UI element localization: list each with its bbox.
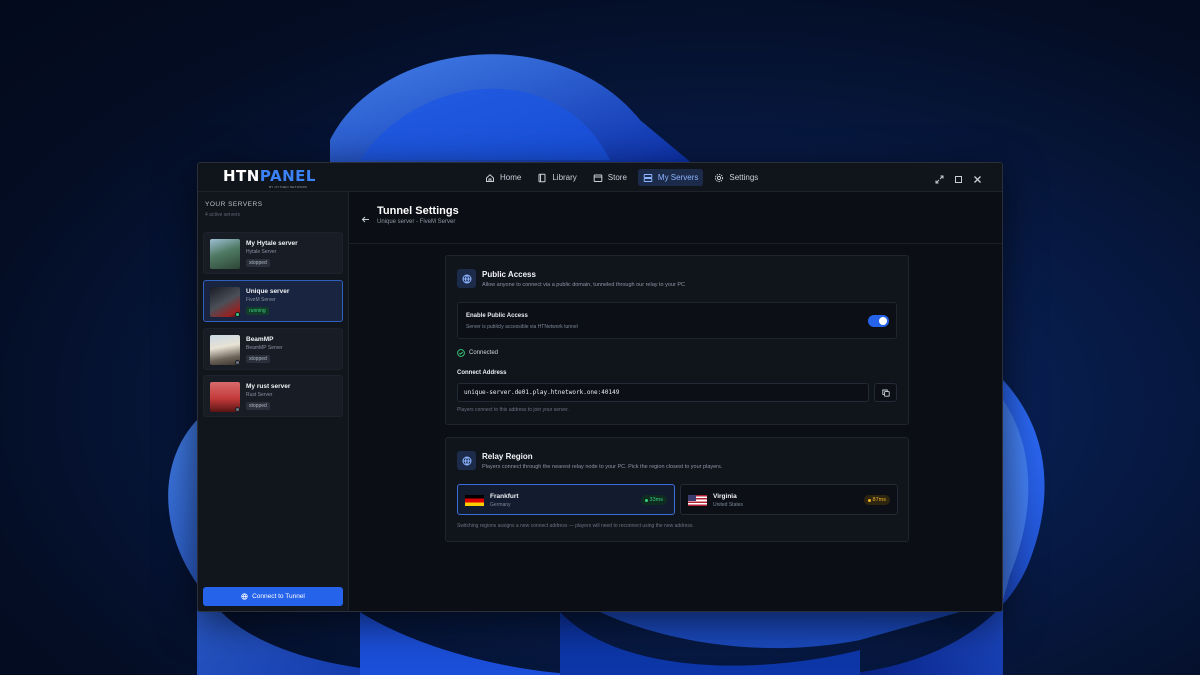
nav-store[interactable]: Store xyxy=(588,169,632,186)
status-badge: running xyxy=(246,307,269,315)
nav-home[interactable]: Home xyxy=(480,169,526,186)
page-title: Tunnel Settings xyxy=(377,205,459,217)
app-window: HTNPANEL BY HYTHEN NETWORK Home Library … xyxy=(197,162,1003,612)
sidebar-subtitle: 4 active servers xyxy=(205,212,241,218)
status-badge: stopped xyxy=(246,355,270,363)
title-bar: HTNPANEL BY HYTHEN NETWORK Home Library … xyxy=(198,163,1002,192)
address-label: Connect Address xyxy=(457,370,507,376)
server-item-rust[interactable]: My rust server Rust Server stopped xyxy=(203,375,343,417)
de-flag xyxy=(465,495,484,506)
page-header: Tunnel Settings Unique server - FiveM Se… xyxy=(349,192,1002,244)
ping-badge: 87ms xyxy=(863,495,890,505)
maximize-icon[interactable] xyxy=(954,171,963,183)
region-option-virginia[interactable]: Virginia United States 87ms xyxy=(680,484,898,515)
status-badge: stopped xyxy=(246,259,270,267)
server-item-hytale[interactable]: My Hytale server Hytale Server stopped xyxy=(203,232,343,274)
server-item-beammp[interactable]: BeamMP BeamMP Server stopped xyxy=(203,328,343,370)
status-dot xyxy=(235,312,240,317)
card-description: Allow anyone to connect via a public dom… xyxy=(482,282,686,288)
window-controls xyxy=(935,171,982,184)
connection-status: Connected xyxy=(457,349,498,357)
expand-icon[interactable] xyxy=(935,171,944,184)
region-help-text: Switching regions assigns a new connect … xyxy=(457,523,694,529)
status-dot xyxy=(235,407,240,412)
back-arrow-icon[interactable] xyxy=(361,211,370,223)
globe-icon xyxy=(241,593,248,600)
status-badge: stopped xyxy=(246,402,270,410)
region-option-frankfurt[interactable]: Frankfurt Germany 33ms xyxy=(457,484,675,515)
globe-icon xyxy=(457,269,476,288)
app-logo: HTNPANEL BY HYTHEN NETWORK xyxy=(223,167,316,189)
nav-library[interactable]: Library xyxy=(532,169,581,186)
globe-icon xyxy=(457,451,476,470)
servers-sidebar: YOUR SERVERS 4 active servers My Hytale … xyxy=(198,192,349,611)
card-title: Public Access xyxy=(482,270,536,279)
relay-region-card: Relay Region Players connect through the… xyxy=(445,437,909,542)
sidebar-title: YOUR SERVERS xyxy=(205,201,263,208)
server-icon xyxy=(643,173,653,182)
close-icon[interactable] xyxy=(973,171,982,183)
us-flag xyxy=(688,495,707,506)
card-description: Players connect through the nearest rela… xyxy=(482,464,723,470)
gear-icon xyxy=(715,173,724,182)
check-circle-icon xyxy=(457,349,465,357)
book-icon xyxy=(538,173,546,182)
server-item-unique[interactable]: Unique server FiveM Server running xyxy=(203,280,343,322)
public-access-card: Public Access Allow anyone to connect vi… xyxy=(445,255,909,425)
home-icon xyxy=(486,173,494,182)
connect-to-tunnel-button[interactable]: Connect to Tunnel xyxy=(203,587,343,606)
address-help-text: Players connect to this address to join … xyxy=(457,407,569,413)
server-thumbnail xyxy=(210,239,240,269)
top-nav: Home Library Store My Servers Settings xyxy=(480,167,763,188)
page-subtitle: Unique server - FiveM Server xyxy=(377,219,456,225)
status-dot xyxy=(235,360,240,365)
card-title: Relay Region xyxy=(482,452,533,461)
nav-my-servers[interactable]: My Servers xyxy=(637,169,704,186)
public-access-toggle[interactable] xyxy=(868,315,889,327)
store-icon xyxy=(593,174,603,182)
ping-badge: 33ms xyxy=(640,495,667,505)
copy-address-button[interactable] xyxy=(874,383,897,402)
public-access-toggle-row: Enable Public Access Server is publicly … xyxy=(457,302,897,339)
connect-address-field[interactable]: unique-server.de01.play.htnetwork.one:40… xyxy=(457,383,869,402)
copy-icon xyxy=(881,389,890,397)
main-content: Tunnel Settings Unique server - FiveM Se… xyxy=(349,192,1002,611)
nav-settings[interactable]: Settings xyxy=(709,169,763,186)
